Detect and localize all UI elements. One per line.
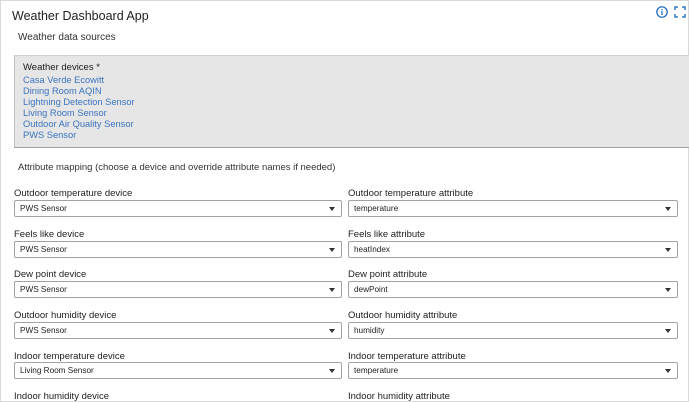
select-value: dewPoint (354, 285, 388, 294)
outdoor-temp-device-label: Outdoor temperature device (14, 188, 133, 199)
dropdown-arrow-icon (329, 248, 335, 252)
dew-point-attr-select[interactable]: dewPoint (348, 281, 678, 298)
select-value: temperature (354, 366, 399, 375)
dew-point-attr-label: Dew point attribute (348, 269, 428, 280)
weather-devices-label: Weather devices * (23, 62, 100, 73)
dropdown-arrow-icon (329, 369, 335, 373)
outdoor-humidity-device-select[interactable]: PWS Sensor (14, 322, 342, 339)
feels-like-attr-select[interactable]: heatIndex (348, 241, 678, 258)
select-value: Living Room Sensor (20, 366, 94, 375)
indoor-humidity-attr-label: Indoor humidity attribute (348, 391, 450, 402)
indoor-temp-attr-label: Indoor temperature attribute (348, 351, 466, 362)
select-value: heatIndex (354, 245, 390, 254)
dropdown-arrow-icon (329, 207, 335, 211)
select-value: temperature (354, 204, 399, 213)
device-link[interactable]: Dining Room AQIN (23, 86, 135, 97)
select-value: humidity (354, 326, 385, 335)
device-link[interactable]: Outdoor Air Quality Sensor (23, 119, 135, 130)
select-value: PWS Sensor (20, 326, 67, 335)
select-value: PWS Sensor (20, 285, 67, 294)
dropdown-arrow-icon (665, 248, 671, 252)
select-value: PWS Sensor (20, 245, 67, 254)
indoor-temp-device-select[interactable]: Living Room Sensor (14, 362, 342, 379)
weather-devices-panel: Weather devices * Casa Verde Ecowitt Din… (14, 55, 689, 148)
app-panel: Weather Dashboard App Weather data sourc… (0, 0, 689, 402)
mapping-title: Attribute mapping (choose a device and o… (18, 162, 336, 173)
outdoor-temp-device-select[interactable]: PWS Sensor (14, 200, 342, 217)
device-link[interactable]: Lightning Detection Sensor (23, 97, 135, 108)
outdoor-humidity-attr-label: Outdoor humidity attribute (348, 310, 458, 321)
dropdown-arrow-icon (665, 288, 671, 292)
indoor-temp-attr-select[interactable]: temperature (348, 362, 678, 379)
sources-title: Weather data sources (18, 32, 116, 43)
dew-point-device-select[interactable]: PWS Sensor (14, 281, 342, 298)
outdoor-humidity-device-label: Outdoor humidity device (14, 310, 117, 321)
dropdown-arrow-icon (665, 369, 671, 373)
device-link[interactable]: PWS Sensor (23, 130, 135, 141)
dew-point-device-label: Dew point device (14, 269, 87, 280)
dropdown-arrow-icon (665, 329, 671, 333)
indoor-temp-device-label: Indoor temperature device (14, 351, 125, 362)
dropdown-arrow-icon (329, 329, 335, 333)
indoor-humidity-device-label: Indoor humidity device (14, 391, 110, 402)
device-link[interactable]: Casa Verde Ecowitt (23, 75, 135, 86)
outdoor-humidity-attr-select[interactable]: humidity (348, 322, 678, 339)
dropdown-arrow-icon (329, 288, 335, 292)
dropdown-arrow-icon (665, 207, 671, 211)
info-circle-icon[interactable] (656, 6, 668, 18)
feels-like-device-select[interactable]: PWS Sensor (14, 241, 342, 258)
feels-like-device-label: Feels like device (14, 229, 85, 240)
outdoor-temp-attr-label: Outdoor temperature attribute (348, 188, 474, 199)
weather-devices-list: Casa Verde Ecowitt Dining Room AQIN Ligh… (23, 75, 135, 141)
app-title: Weather Dashboard App (12, 9, 149, 23)
device-link[interactable]: Living Room Sensor (23, 108, 135, 119)
outdoor-temp-attr-select[interactable]: temperature (348, 200, 678, 217)
select-value: PWS Sensor (20, 204, 67, 213)
feels-like-attr-label: Feels like attribute (348, 229, 426, 240)
fullscreen-icon[interactable] (674, 6, 686, 18)
